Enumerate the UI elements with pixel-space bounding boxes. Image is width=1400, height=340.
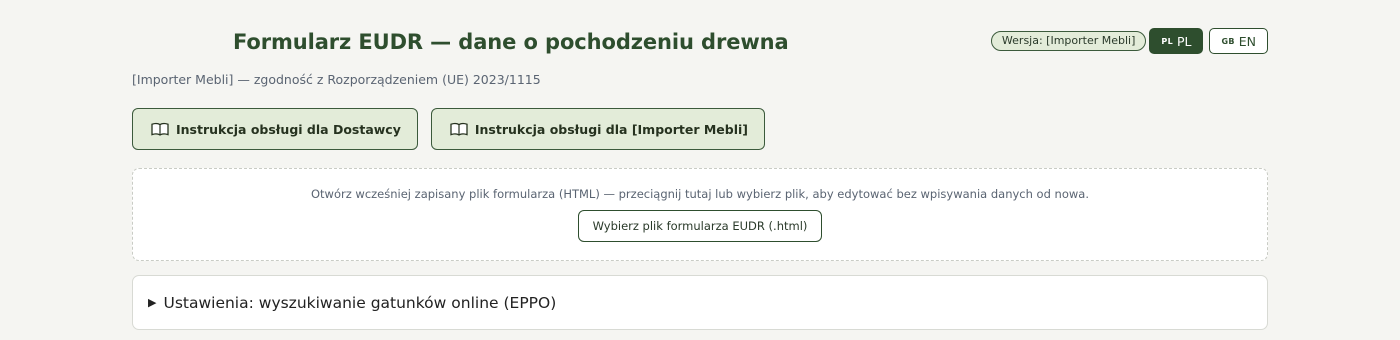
language-label-en: EN <box>1238 33 1256 49</box>
book-icon <box>151 122 169 136</box>
page-container: Formularz EUDR — dane o pochodzeniu drew… <box>132 0 1268 340</box>
language-label-pl: PL <box>1176 33 1192 49</box>
version-badge: Wersja: [Importer Mebli] <box>990 31 1147 51</box>
book-icon <box>450 122 468 136</box>
expand-triangle-icon: ▶ <box>148 296 157 309</box>
instructions-row: Instrukcja obsługi dla Dostawcy Instrukc… <box>132 108 766 150</box>
settings-section-toggle[interactable]: ▶ Ustawienia: wyszukiwanie gatunków onli… <box>132 275 1268 330</box>
language-button-en[interactable]: GB EN <box>1209 28 1268 54</box>
importer-instructions-label: Instrukcja obsługi dla [Importer Mebli] <box>474 121 749 137</box>
importer-instructions-button[interactable]: Instrukcja obsługi dla [Importer Mebli] <box>430 108 766 150</box>
page-subtitle: [Importer Mebli] — zgodność z Rozporządz… <box>132 72 541 87</box>
language-button-pl[interactable]: PL PL <box>1149 28 1204 54</box>
settings-label: Ustawienia: wyszukiwanie gatunków online… <box>163 293 557 312</box>
file-dropzone[interactable]: Otwórz wcześniej zapisany plik formularz… <box>132 168 1268 261</box>
supplier-instructions-label: Instrukcja obsługi dla Dostawcy <box>176 121 401 137</box>
page-title: Formularz EUDR — dane o pochodzeniu drew… <box>233 30 789 54</box>
header-controls: Wersja: [Importer Mebli] PL PL GB EN <box>990 28 1268 54</box>
flag-gb-icon: GB <box>1221 36 1235 46</box>
dropzone-text: Otwórz wcześniej zapisany plik formularz… <box>311 187 1089 201</box>
choose-file-button[interactable]: Wybierz plik formularza EUDR (.html) <box>577 210 823 242</box>
flag-pl-icon: PL <box>1161 36 1173 46</box>
supplier-instructions-button[interactable]: Instrukcja obsługi dla Dostawcy <box>132 108 418 150</box>
